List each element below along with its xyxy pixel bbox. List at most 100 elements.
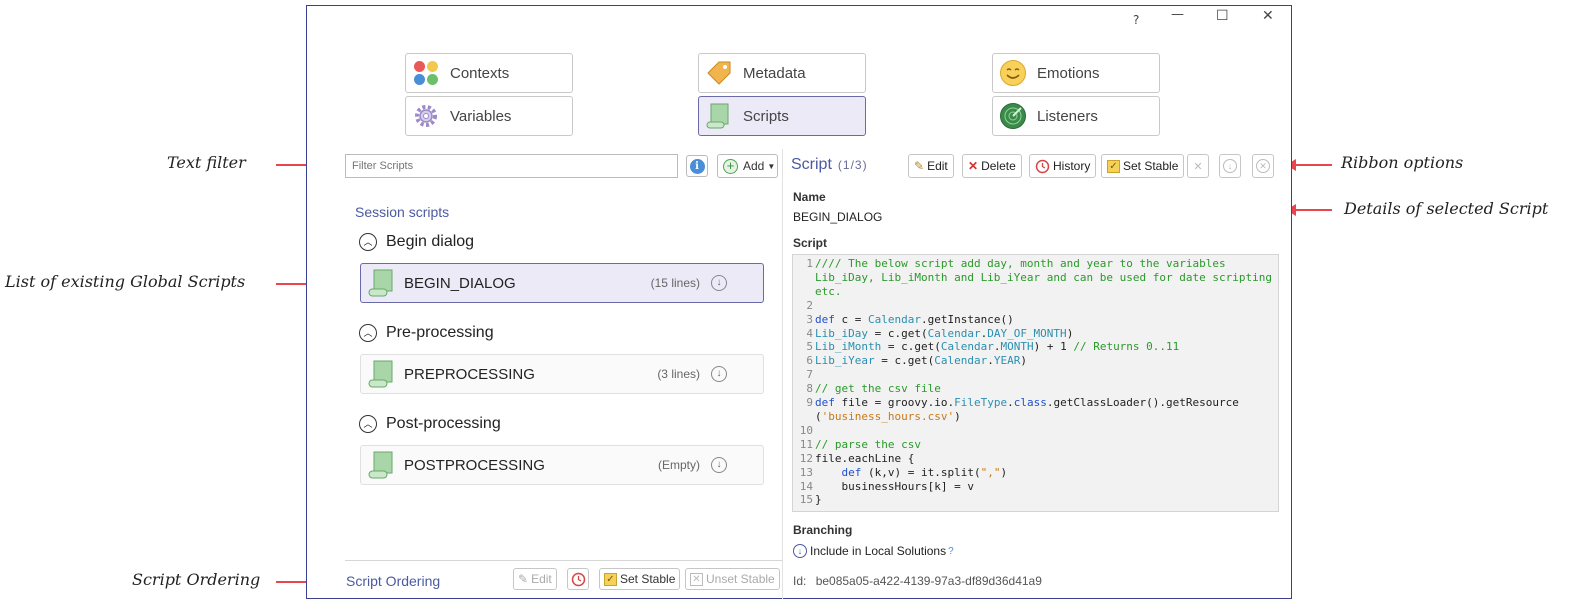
script-item-preprocessing[interactable]: PREPROCESSING (3 lines) ↓ [360, 354, 764, 394]
set-stable-button[interactable]: ✓ Set Stable [1101, 154, 1185, 178]
download-icon[interactable]: ↓ [711, 457, 727, 473]
nav-scripts[interactable]: Scripts [698, 96, 866, 136]
id-value: be085a05-a422-4139-97a3-df89d36d41a9 [815, 574, 1042, 588]
close-button[interactable]: ✕ [1262, 8, 1274, 24]
info-button[interactable]: i [686, 155, 708, 177]
code-token: YEAR [993, 354, 1021, 368]
code-token: Lib_iYear [815, 354, 875, 368]
history-icon [1035, 159, 1050, 173]
code-token: etc. [815, 284, 842, 298]
code-line: 8// get the csv file [793, 382, 1278, 396]
maximize-button[interactable]: ☐ [1216, 8, 1229, 24]
ordering-set-stable-label: Set Stable [620, 572, 676, 586]
line-number: 5 [806, 340, 813, 354]
filter-scripts-input[interactable] [345, 154, 678, 178]
add-button[interactable]: + Add ▼ [717, 154, 778, 178]
script-code-editor[interactable]: 1//// The below script add day, month an… [792, 254, 1279, 512]
group-begin-dialog-header[interactable]: ︿ Begin dialog [359, 233, 474, 251]
code-token: file.eachLine { [815, 451, 915, 465]
code-line: 1//// The below script add day, month an… [793, 257, 1278, 271]
code-token: .getClassLoader().getResource [1046, 396, 1239, 410]
pencil-icon: ✎ [914, 159, 925, 173]
edit-button[interactable]: ✎ Edit [908, 154, 954, 178]
contexts-icon [412, 59, 440, 87]
code-content: def c = Calendar.getInstance() [815, 313, 1014, 327]
line-number: 4 [806, 326, 813, 340]
ordering-unset-stable-button[interactable]: ✕ Unset Stable [685, 568, 780, 590]
code-content: Lib_iMonth = c.get(Calendar.MONTH) + 1 /… [815, 340, 1179, 354]
code-line: Lib_iDay, Lib_iMonth and Lib_iYear and c… [793, 271, 1278, 285]
line-number: 10 [799, 423, 813, 437]
code-token: businessHours[k] = v [815, 479, 974, 493]
help-button[interactable]: ? [1133, 13, 1139, 27]
code-token: .getInstance() [920, 312, 1014, 326]
history-button[interactable]: History [1029, 154, 1097, 178]
code-line: 9 def file = groovy.io.FileType.class.get… [793, 396, 1278, 410]
nav-listeners[interactable]: Listeners [992, 96, 1160, 136]
code-token: = c.get( [874, 354, 935, 368]
remove-button[interactable]: ✕ [1252, 154, 1274, 178]
delete-button[interactable]: ✕ Delete [962, 154, 1022, 178]
nav-emotions-label: Emotions [1037, 64, 1100, 82]
group-pre-processing-header[interactable]: ︿ Pre-processing [359, 324, 494, 342]
line-number: 8 [806, 382, 813, 396]
session-scripts-title: Session scripts [355, 204, 450, 220]
download-icon: ↓ [1223, 159, 1237, 173]
code-token: Calendar [940, 340, 994, 354]
scroll-icon [368, 451, 393, 479]
download-button[interactable]: ↓ [1219, 154, 1241, 178]
code-line: 3 def c = Calendar.getInstance() [793, 313, 1278, 327]
line-number: 15 [799, 493, 813, 507]
code-line: etc. [793, 285, 1278, 299]
branching-label: Branching [793, 523, 853, 537]
script-detail-heading: Script (1/3) [791, 156, 868, 174]
code-token: "," [980, 465, 1001, 479]
include-local-label: Include in Local Solutions [810, 544, 947, 558]
code-token: def [841, 465, 862, 479]
code-token: Lib_iMonth [815, 340, 882, 354]
code-token: . [987, 354, 994, 368]
group-post-processing-header[interactable]: ︿ Post-processing [359, 415, 501, 433]
code-content: Lib_iDay, Lib_iMonth and Lib_iYear and c… [815, 271, 1272, 285]
scroll-icon [368, 269, 393, 297]
script-lines: (3 lines) [657, 367, 700, 381]
unset-stable-button[interactable]: ✕ [1187, 154, 1209, 178]
code-token: //// The below script add day, month and… [815, 257, 1226, 270]
code-line: 11// parse the csv [793, 438, 1278, 452]
nav-listeners-label: Listeners [1037, 107, 1098, 125]
code-token: = c.get( [881, 340, 941, 354]
code-token: MONTH [1000, 340, 1034, 354]
script-ordering-label: Script Ordering [346, 573, 441, 589]
include-local-solutions[interactable]: ↓ Include in Local Solutions ? [793, 544, 954, 558]
nav-metadata[interactable]: Metadata [698, 53, 866, 93]
smiley-icon [999, 59, 1027, 87]
help-mark[interactable]: ? [948, 546, 954, 557]
script-lines: (15 lines) [650, 276, 700, 290]
script-name: POSTPROCESSING [404, 456, 545, 474]
code-token: ) [954, 409, 961, 423]
code-token: = c.get( [867, 326, 928, 340]
nav-scripts-label: Scripts [743, 107, 789, 125]
line-number [793, 285, 815, 299]
download-icon[interactable]: ↓ [711, 366, 727, 382]
annotation-list-existing: List of existing Global Scripts [5, 272, 246, 291]
minimize-button[interactable]: — [1171, 7, 1184, 22]
code-content: def file = groovy.io.FileType.class.getC… [815, 396, 1239, 410]
code-content: // parse the csv [815, 438, 921, 452]
code-token: ) [1000, 465, 1008, 479]
code-line: 13 def (k,v) = it.split(",") [793, 466, 1278, 480]
set-stable-label: Set Stable [1123, 159, 1179, 173]
download-icon[interactable]: ↓ [711, 275, 727, 291]
script-item-begin-dialog[interactable]: BEGIN_DIALOG (15 lines) ↓ [360, 263, 764, 303]
ordering-edit-button[interactable]: ✎ Edit [513, 568, 557, 590]
nav-variables[interactable]: Variables [405, 96, 573, 136]
info-icon: i [689, 158, 705, 174]
nav-emotions[interactable]: Emotions [992, 53, 1160, 93]
unset-icon: ✕ [690, 572, 703, 586]
ordering-history-button[interactable] [567, 568, 589, 590]
code-content: //// The below script add day, month and… [815, 257, 1226, 271]
ordering-set-stable-button[interactable]: ✓ Set Stable [599, 568, 681, 590]
script-item-postprocessing[interactable]: POSTPROCESSING (Empty) ↓ [360, 445, 764, 485]
nav-contexts[interactable]: Contexts [405, 53, 573, 93]
code-token: // parse the csv [815, 437, 921, 451]
